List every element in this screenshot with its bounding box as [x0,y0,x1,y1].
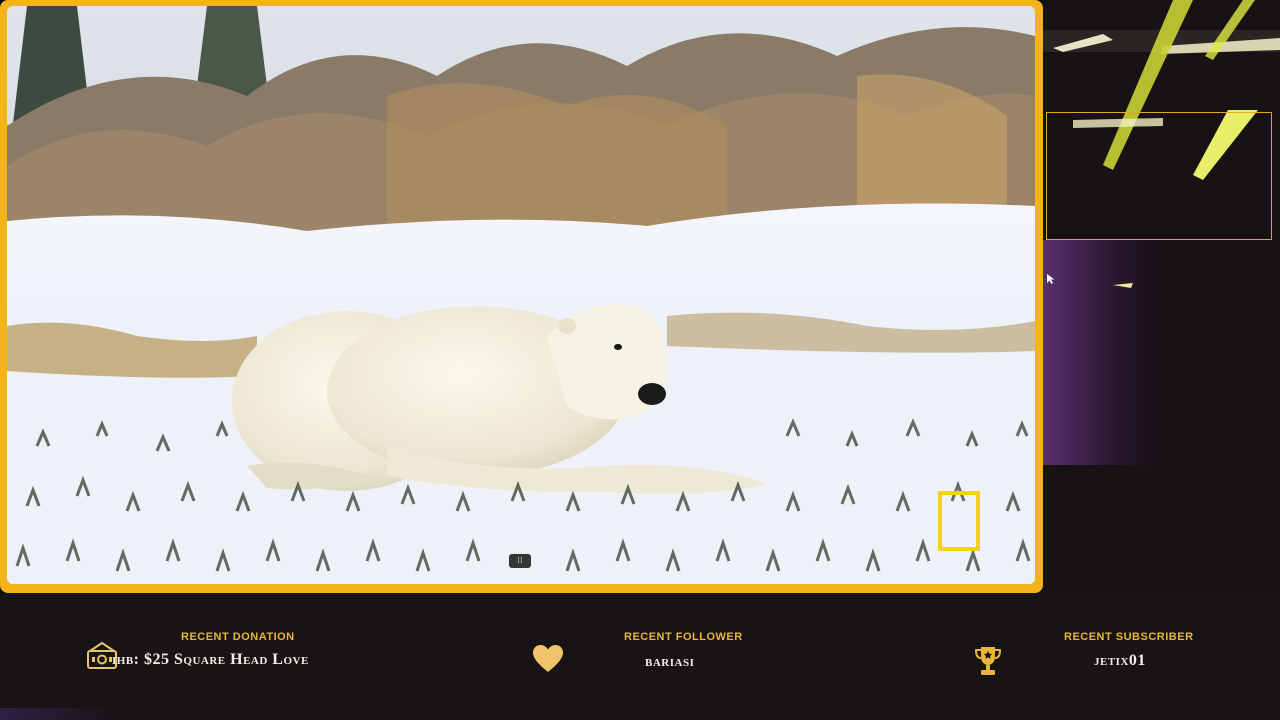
video-player[interactable]: ⁞⁞ [7,6,1035,584]
recent-subscriber-value: jetix01 [1094,652,1146,669]
recent-donation-heading: Recent Donation [181,631,295,643]
recent-follower-heading: Recent Follower [624,631,743,643]
webcam-frame [1046,112,1272,240]
polar-bear-scene [7,6,1035,584]
heart-icon [533,645,563,672]
trophy-icon [974,647,1002,675]
recent-donation-value: ihb: $25 Square Head Love [112,651,309,668]
recent-subscriber-heading: Recent Subscriber [1064,631,1194,643]
side-panel-art [1043,0,1280,593]
video-control-handle[interactable]: ⁞⁞ [509,554,531,568]
stream-overlay: ⁞⁞ RECENT DONATION ihb: $25 Square Head … [0,0,1280,720]
cursor-icon [1047,274,1055,284]
video-frame: ⁞⁞ [0,0,1043,593]
bottom-glow [0,708,120,720]
side-panel [1043,0,1280,593]
recent-follower-value: bariasi [645,653,695,670]
